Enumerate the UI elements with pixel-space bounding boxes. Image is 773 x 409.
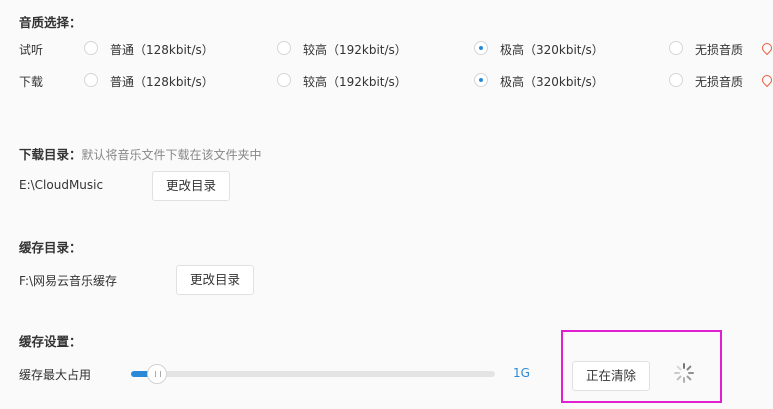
cache-settings-heading: 缓存设置： [19, 334, 82, 349]
radio-icon[interactable] [277, 73, 291, 87]
change-cache-dir-button[interactable]: 更改目录 [176, 265, 255, 295]
option-label: 普通（128kbit/s） [110, 43, 214, 57]
download-dir-path: E:\CloudMusic [19, 178, 104, 192]
radio-selected-icon[interactable] [474, 41, 488, 55]
lossless-badge-icon [759, 72, 773, 88]
cache-size-slider[interactable] [131, 371, 495, 377]
option-label: 较高（192kbit/s） [303, 75, 407, 89]
download-dir-hint: 默认将音乐文件下载在该文件夹中 [81, 148, 262, 162]
radio-icon[interactable] [84, 41, 98, 55]
radio-icon[interactable] [277, 41, 291, 55]
option-label: 极高（320kbit/s） [500, 75, 604, 89]
cache-size-value: 1G [513, 366, 530, 380]
option-label: 较高（192kbit/s） [303, 43, 407, 57]
option-label: 无损音质 [695, 75, 744, 89]
slider-handle[interactable] [147, 364, 167, 384]
cache-max-label: 缓存最大占用 [19, 368, 92, 382]
quality-row-preview-label: 试听 [19, 43, 44, 57]
cache-dir-heading: 缓存目录： [19, 240, 82, 255]
highlight-box [561, 330, 722, 403]
radio-selected-icon[interactable] [474, 73, 488, 87]
radio-icon[interactable] [669, 73, 683, 87]
radio-icon[interactable] [669, 41, 683, 55]
option-label: 普通（128kbit/s） [110, 75, 214, 89]
quality-row-download-label: 下载 [19, 75, 44, 89]
cache-dir-path: F:\网易云音乐缓存 [19, 274, 118, 288]
option-label: 极高（320kbit/s） [500, 43, 604, 57]
download-dir-heading: 下载目录： [19, 147, 82, 162]
lossless-badge-icon [759, 40, 773, 56]
quality-heading: 音质选择： [19, 15, 82, 30]
option-label: 无损音质 [695, 43, 744, 57]
radio-icon[interactable] [84, 73, 98, 87]
download-dir-header: 下载目录：默认将音乐文件下载在该文件夹中 [19, 144, 262, 163]
change-download-dir-button[interactable]: 更改目录 [152, 171, 231, 201]
